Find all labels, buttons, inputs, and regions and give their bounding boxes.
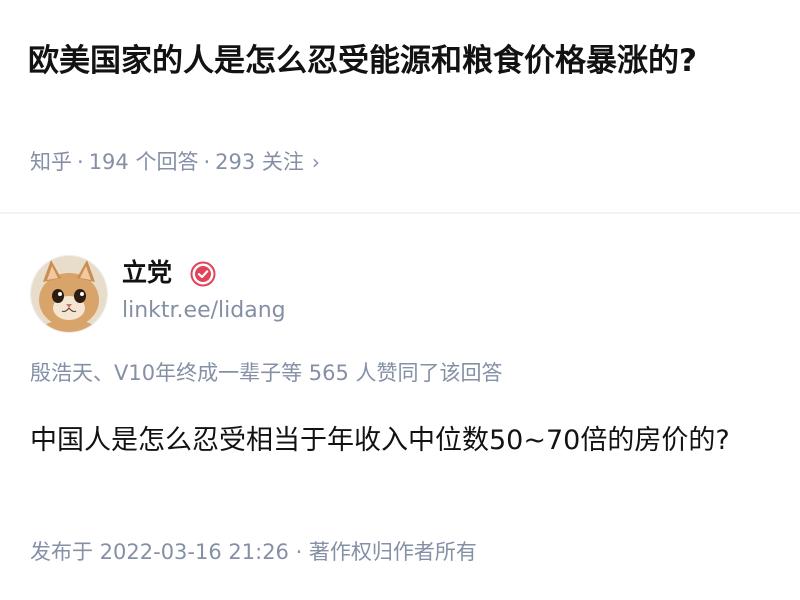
meta-separator: · (203, 150, 211, 174)
cat-avatar-icon (31, 256, 107, 332)
question-meta[interactable]: 知乎 · 194 个回答 · 293 关注 › (30, 147, 320, 177)
meta-separator: · (77, 150, 84, 174)
question-title[interactable]: 欧美国家的人是怎么忍受能源和粮食价格暴涨的? (28, 38, 768, 84)
verified-badge-icon (190, 261, 216, 287)
answer-body[interactable]: 中国人是怎么忍受相当于年收入中位数50~70倍的房价的? (30, 418, 775, 464)
author-name[interactable]: 立党 (122, 256, 172, 290)
section-divider (0, 212, 800, 214)
answer-footer: 发布于 2022-03-16 21:26 · 著作权归作者所有 (30, 540, 477, 564)
followers-count: 293 关注 (215, 150, 304, 174)
voters-line[interactable]: 殷浩天、V10年终成一辈子等 565 人赞同了该回答 (30, 358, 503, 388)
answers-count: 194 个回答 (88, 150, 199, 174)
author-link[interactable]: linktr.ee/lidang (122, 296, 286, 326)
source-label: 知乎 (30, 150, 72, 174)
author-avatar[interactable] (30, 255, 108, 333)
chevron-right-icon: › (311, 150, 320, 174)
